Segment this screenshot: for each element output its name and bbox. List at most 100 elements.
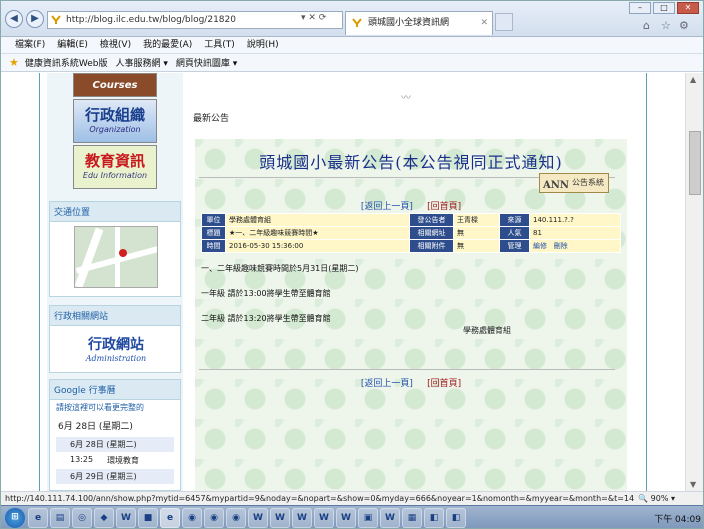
forward-button[interactable]: ▶: [26, 10, 44, 28]
nav-links-bottom: [返回上一頁] [回首頁]: [195, 376, 627, 389]
home-link[interactable]: [回首頁]: [427, 379, 461, 389]
calendar-date-select[interactable]: 6月 28日 (星期二): [50, 415, 180, 436]
window-controls: – □ ✕: [629, 2, 699, 14]
taskbar-app-icon[interactable]: ◉: [204, 508, 224, 528]
taskbar-app-icon[interactable]: ◧: [424, 508, 444, 528]
taskbar-app-icon[interactable]: ◧: [446, 508, 466, 528]
organization-banner[interactable]: 行政組織 Organization: [73, 99, 157, 143]
favorite-link-webslice[interactable]: 網頁快訊圖庫 ▾: [176, 56, 237, 69]
taskbar-app-icon[interactable]: e: [28, 508, 48, 528]
announcement-system-button[interactable]: ANN 公告系統: [539, 173, 609, 193]
back-link[interactable]: [返回上一頁]: [361, 202, 413, 212]
zoom-level[interactable]: 🔍 90% ▾: [634, 492, 675, 505]
menu-file[interactable]: 檔案(F): [9, 37, 51, 53]
manage-actions: 編修 刪除: [529, 239, 621, 253]
related-links-title: 行政相關網站: [50, 306, 180, 326]
calendar-title[interactable]: Google 行事曆: [50, 380, 180, 400]
ann-logo-icon: ANN: [543, 180, 570, 191]
favorites-star-icon[interactable]: ☆: [661, 19, 671, 32]
taskbar-app-icon[interactable]: W: [380, 508, 400, 528]
body-line: 二年級 請於13:20將學生帶至體育館: [201, 314, 331, 323]
taskbar-app-icon[interactable]: W: [336, 508, 356, 528]
taskbar-app-icon[interactable]: W: [292, 508, 312, 528]
taskbar-app-icon[interactable]: ◉: [182, 508, 202, 528]
attachment-value: 無: [453, 239, 500, 253]
tab-close-icon[interactable]: ✕: [480, 12, 488, 34]
home-icon[interactable]: ⌂: [643, 19, 650, 32]
location-map[interactable]: [74, 226, 158, 288]
back-button[interactable]: ◀: [5, 10, 23, 28]
scroll-up-icon[interactable]: ▲: [690, 75, 696, 84]
minimize-button[interactable]: –: [629, 2, 651, 14]
publisher-value: 王青樑: [453, 213, 500, 227]
source-header: 來源: [499, 213, 530, 227]
home-link[interactable]: [回首頁]: [427, 202, 461, 212]
admin-site-banner[interactable]: 行政網站 Administration: [76, 334, 156, 374]
calendar-day-row: 6月 29日 (星期三): [56, 469, 174, 484]
calendar-event[interactable]: 13:25 環境教育: [56, 453, 174, 468]
courses-banner[interactable]: Courses: [73, 73, 157, 97]
tab-favicon-icon: [352, 18, 362, 27]
taskbar-app-icon[interactable]: W: [116, 508, 136, 528]
decorative-flourish: 〰: [401, 93, 412, 104]
system-tray-clock[interactable]: 下午 04:09: [654, 512, 701, 525]
close-window-button[interactable]: ✕: [677, 2, 699, 14]
sidebar: Courses 行政組織 Organization 教育資訊 Edu Infor…: [47, 73, 183, 491]
menu-tools[interactable]: 工具(T): [198, 37, 241, 53]
taskbar-app-icon[interactable]: ▤: [50, 508, 70, 528]
back-link[interactable]: [返回上一頁]: [361, 379, 413, 389]
delete-link[interactable]: 刪除: [554, 242, 568, 250]
organization-en-label: Organization: [89, 125, 141, 134]
taskbar-app-icon[interactable]: ◉: [226, 508, 246, 528]
admin-site-en-label: Administration: [85, 354, 147, 363]
edit-link[interactable]: 編修: [533, 242, 547, 250]
announcement-system-label: 公告系統: [572, 178, 604, 187]
views-header: 人氣: [499, 226, 530, 240]
menu-edit[interactable]: 編輯(E): [51, 37, 94, 53]
menu-favorites[interactable]: 我的最愛(A): [137, 37, 198, 53]
announcement-info-table: 單位 學務處體育組 發公告者 王青樑 來源 140.111.?.? 標題 ★一、…: [201, 213, 621, 253]
taskbar-app-icon[interactable]: ■: [138, 508, 158, 528]
favorite-link-personnel[interactable]: 人事服務網 ▾: [116, 56, 168, 69]
announcement-board: 頭城國小最新公告(本公告視同正式通知) ANN 公告系統 [返回上一頁] [回首…: [195, 139, 627, 491]
settings-gear-icon[interactable]: ⚙: [679, 19, 689, 32]
section-label: 最新公告: [193, 114, 230, 124]
menu-bar: 檔案(F) 編輯(E) 檢視(V) 我的最愛(A) 工具(T) 說明(H): [1, 37, 703, 54]
menu-help[interactable]: 說明(H): [241, 37, 285, 53]
courses-label: Courses: [92, 80, 138, 91]
taskbar-app-icon[interactable]: W: [314, 508, 334, 528]
taskbar-app-icon[interactable]: W: [270, 508, 290, 528]
announcement-signer: 學務處體育組: [463, 326, 511, 335]
related-links-panel: 行政相關網站 行政網站 Administration: [49, 305, 181, 373]
address-bar[interactable]: http://blog.ilc.edu.tw/blog/blog/21820: [47, 11, 343, 29]
address-actions[interactable]: ▾ ✕ ⟳: [301, 13, 326, 23]
maximize-button[interactable]: □: [653, 2, 675, 14]
taskbar-app-icon[interactable]: ▦: [402, 508, 422, 528]
scroll-down-icon[interactable]: ▼: [690, 480, 696, 489]
taskbar-app-icon[interactable]: ◆: [94, 508, 114, 528]
organization-cn-label: 行政組織: [84, 106, 145, 124]
browser-window: ◀ ▶ http://blog.ilc.edu.tw/blog/blog/218…: [0, 0, 704, 529]
main-content: 〰 最新公告 頭城國小最新公告(本公告視同正式通知) ANN 公告系統 [返回上…: [191, 73, 647, 491]
menu-view[interactable]: 檢視(V): [94, 37, 137, 53]
favorites-star-icon[interactable]: ★: [9, 56, 19, 69]
new-tab-button[interactable]: [495, 13, 513, 31]
taskbar-app-icon[interactable]: ◎: [72, 508, 92, 528]
start-button[interactable]: ⊞: [4, 507, 26, 528]
publisher-header: 發公告者: [409, 213, 454, 227]
site-favicon-icon: [51, 15, 61, 24]
taskbar-app-icon[interactable]: W: [248, 508, 268, 528]
address-url: http://blog.ilc.edu.tw/blog/blog/21820: [66, 15, 236, 25]
table-row: 時間 2016-05-30 15:36:00 相關附件 無 管理 編修 刪除: [201, 239, 621, 253]
taskbar-app-icon[interactable]: ▣: [358, 508, 378, 528]
taskbar-app-icon[interactable]: e: [160, 508, 180, 528]
vertical-scrollbar[interactable]: ▲ ▼: [685, 73, 703, 491]
browser-tab[interactable]: 頭城國小全球資訊網 ✕: [345, 11, 493, 35]
favorite-link-health[interactable]: 健康資訊系統Web版: [25, 56, 108, 69]
scroll-thumb[interactable]: [689, 131, 701, 195]
subject-value: ★一、二年級趣味競賽時間★: [225, 226, 410, 240]
divider: [199, 369, 615, 370]
calendar-more-link[interactable]: 請按這裡可以看更完整的: [50, 400, 180, 415]
edu-info-banner[interactable]: 教育資訊 Edu Information: [73, 145, 157, 189]
related-url-header: 相關網址: [409, 226, 454, 240]
